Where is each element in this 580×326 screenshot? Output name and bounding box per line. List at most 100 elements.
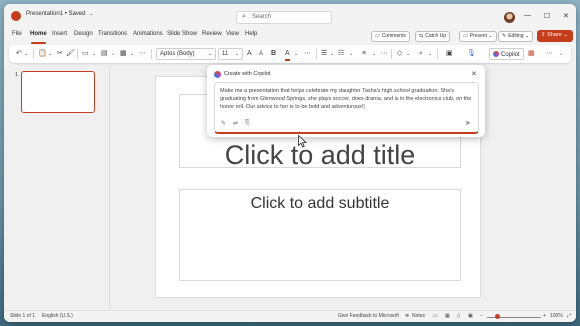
slide-count: Slide 1 of 1 (10, 313, 36, 319)
font-name-dropdown[interactable]: Aptos (Body) ⌄ (156, 48, 216, 60)
tab-review[interactable]: Review (202, 31, 222, 37)
editing-mode-button[interactable]: ✎ Editing ⌄ (498, 31, 534, 42)
close-icon[interactable]: ✕ (471, 70, 477, 78)
tab-slide-show[interactable]: Slide Show (167, 31, 197, 37)
copilot-label: Copilot (501, 52, 520, 58)
zoom-level[interactable]: 100% (550, 313, 563, 319)
decrease-font-size-icon[interactable]: A (259, 49, 263, 59)
add-ins-icon[interactable]: ▦ (528, 49, 535, 59)
avatar[interactable] (504, 12, 515, 23)
tab-design[interactable]: Design (74, 31, 93, 37)
new-slide-dropdown-icon[interactable]: ⌄ (92, 49, 96, 59)
comment-icon: ▭ (375, 33, 380, 39)
copilot-button[interactable]: Copilot (489, 48, 524, 60)
prompt-suggestions-icon[interactable]: ✎ (221, 120, 226, 127)
numbering-icon[interactable]: ☷ (338, 49, 344, 59)
notes-button[interactable]: Notes (412, 313, 425, 319)
divider (33, 49, 34, 59)
align-icon[interactable]: ≡ (362, 49, 366, 59)
microphone-icon[interactable]: 🎙 (467, 49, 476, 59)
paste-dropdown-icon[interactable]: ⌄ (48, 49, 52, 59)
undo-dropdown-icon[interactable]: ⌄ (24, 49, 28, 59)
font-name-value: Aptos (Body) (160, 51, 195, 57)
numbering-dropdown-icon[interactable]: ⌄ (349, 49, 353, 59)
more-paragraph-options-icon[interactable]: ⋯ (381, 49, 388, 59)
cut-icon[interactable]: ✂ (57, 49, 63, 59)
feedback-link[interactable]: Give Feedback to Microsoft (338, 313, 399, 319)
divider (77, 49, 78, 59)
attach-icon[interactable]: ⎘ (245, 120, 250, 127)
search-placeholder: Search (252, 14, 272, 20)
font-color-dropdown-icon[interactable]: ⌄ (294, 49, 298, 59)
format-painter-icon[interactable]: 🖌 (66, 49, 75, 59)
tab-file[interactable]: File (12, 31, 22, 37)
slide-number: 1 (15, 72, 19, 78)
zoom-in-icon[interactable]: + (543, 313, 546, 319)
divider (391, 49, 392, 59)
zoom-out-icon[interactable]: − (480, 313, 483, 319)
send-icon[interactable]: ➤ (465, 119, 471, 127)
align-dropdown-icon[interactable]: ⌄ (372, 49, 376, 59)
search-icon: ⌕ (242, 13, 246, 20)
copilot-dialog-title: Create with Copilot (224, 71, 271, 77)
subtitle-placeholder[interactable]: Click to add subtitle (179, 189, 461, 281)
catch-up-icon: ⇆ (419, 33, 424, 39)
copilot-prompt-input[interactable]: Make me a presentation that helps celebr… (214, 82, 479, 134)
settings-sliders-icon[interactable]: ⇌ (233, 120, 238, 127)
zoom-slider-thumb[interactable] (495, 314, 500, 319)
minimize-button[interactable]: — (524, 12, 531, 19)
tab-help[interactable]: Help (245, 31, 257, 37)
slideshow-view-icon[interactable]: ▣ (468, 313, 473, 319)
close-window-button[interactable]: ✕ (563, 12, 569, 20)
search-box[interactable]: ⌕ Search (236, 11, 332, 24)
more-options-icon[interactable]: ⋯ (139, 49, 146, 59)
comments-label: Comments (381, 33, 406, 39)
slide-sorter-icon[interactable]: ▦ (445, 313, 450, 319)
copilot-icon (493, 51, 499, 57)
tab-view[interactable]: View (226, 31, 239, 37)
undo-icon[interactable]: ↶ (16, 49, 22, 59)
section-icon[interactable]: ▦ (120, 49, 127, 59)
ribbon-expand-icon[interactable]: ⌄ (559, 49, 563, 59)
document-title[interactable]: Presentation1 • Saved ⌄ (26, 11, 93, 17)
bullets-icon[interactable]: ☰ (321, 49, 327, 59)
shapes-dropdown-icon[interactable]: ⌄ (406, 49, 410, 59)
designer-icon[interactable]: ▣ (446, 49, 453, 59)
title-bar: Presentation1 • Saved ⌄ ⌕ Search — ☐ ✕ (4, 4, 576, 28)
language-indicator[interactable]: English (U.S.) (42, 313, 73, 319)
find-dropdown-icon[interactable]: ⌄ (428, 49, 432, 59)
tab-animations[interactable]: Animations (133, 31, 163, 37)
bold-icon[interactable]: B (271, 49, 276, 59)
comments-button[interactable]: ▭ Comments (371, 31, 410, 42)
catch-up-button[interactable]: ⇆ Catch Up (415, 31, 451, 42)
tab-home[interactable]: Home (30, 31, 47, 37)
layout-icon[interactable]: ▤ (101, 49, 108, 59)
normal-view-icon[interactable]: ▭ (433, 313, 438, 319)
font-color-icon[interactable]: A (285, 49, 290, 61)
tab-insert[interactable]: Insert (52, 31, 67, 37)
maximize-button[interactable]: ☐ (544, 12, 550, 20)
present-icon: ▭ (463, 33, 468, 39)
section-dropdown-icon[interactable]: ⌄ (130, 49, 134, 59)
share-button[interactable]: ⇪ Share ⌄ (537, 30, 573, 42)
increase-font-size-icon[interactable]: A (247, 49, 252, 59)
chevron-down-icon: ⌄ (207, 51, 212, 57)
new-slide-icon[interactable]: ▭ (82, 49, 89, 59)
present-label: Present (469, 33, 487, 39)
more-ribbon-options-icon[interactable]: ⋯ (546, 49, 553, 59)
present-button[interactable]: ▭ Present ⌄ (459, 31, 497, 42)
paste-icon[interactable]: 📋 (38, 49, 47, 59)
fit-to-window-icon[interactable]: ⤢ (567, 313, 571, 319)
font-size-dropdown[interactable]: 11 ⌄ (218, 48, 243, 60)
copilot-dialog: Create with Copilot ✕ Make me a presenta… (207, 65, 485, 137)
tab-transitions[interactable]: Transitions (98, 31, 127, 37)
slide-thumbnail[interactable] (21, 71, 95, 113)
notes-icon[interactable]: ≣ (405, 313, 409, 319)
reading-view-icon[interactable]: ▯ (457, 313, 460, 319)
shapes-icon[interactable]: ◇ (397, 49, 402, 59)
bullets-dropdown-icon[interactable]: ⌄ (330, 49, 334, 59)
layout-dropdown-icon[interactable]: ⌄ (111, 49, 115, 59)
powerpoint-app-icon (11, 11, 21, 21)
more-font-options-icon[interactable]: ⋯ (304, 49, 311, 59)
find-icon[interactable]: ⌕ (419, 49, 423, 59)
